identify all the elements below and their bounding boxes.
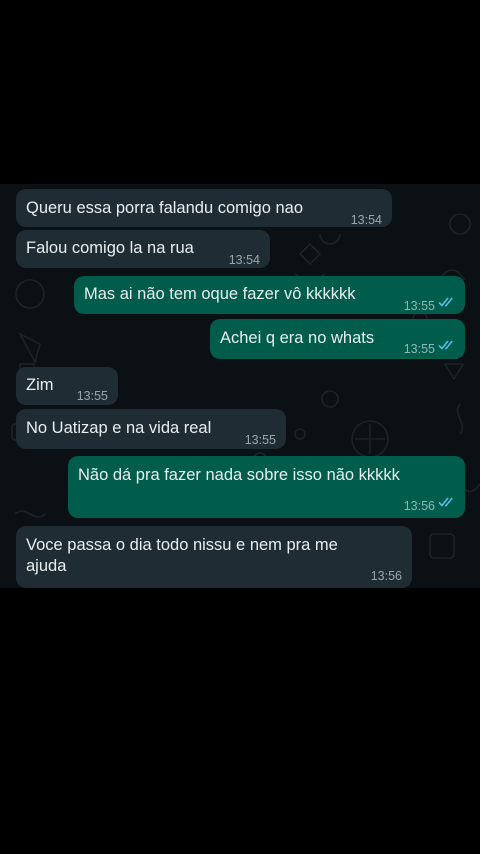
message-text: Não dá pra fazer nada sobre isso não kkk… <box>78 466 400 484</box>
message-time: 13:55 <box>244 433 276 447</box>
message-time: 13:54 <box>350 213 382 227</box>
message-text: Achei q era no whats <box>220 329 375 347</box>
message-bubble-incoming[interactable]: No Uatizap e na vida real 13:55 <box>16 409 286 449</box>
message-time: 13:55 <box>76 389 108 403</box>
message-bubble-incoming[interactable]: Falou comigo la na rua 13:54 <box>16 230 270 268</box>
read-receipt-icon <box>438 340 453 350</box>
message-text: Queru essa porra falandu comigo nao <box>26 199 304 217</box>
message-text: No Uatizap e na vida real <box>26 419 212 437</box>
message-bubble-outgoing[interactable]: Não dá pra fazer nada sobre isso não kkk… <box>68 456 465 518</box>
message-time: 13:55 <box>403 299 435 313</box>
message-text: Voce passa o dia todo nissu e nem pra me… <box>26 536 338 575</box>
message-bubble-incoming[interactable]: Zim 13:55 <box>16 367 118 405</box>
message-text: Zim <box>26 376 54 394</box>
chat-area[interactable]: Queru essa porra falandu comigo nao 13:5… <box>0 184 480 588</box>
message-bubble-outgoing[interactable]: Achei q era no whats 13:55 <box>210 319 465 359</box>
message-text: Mas ai não tem oque fazer vô kkkkkk <box>84 285 356 303</box>
read-receipt-icon <box>438 297 453 307</box>
message-bubble-incoming[interactable]: Voce passa o dia todo nissu e nem pra me… <box>16 526 412 588</box>
message-time: 13:55 <box>403 342 435 356</box>
message-bubble-outgoing[interactable]: Mas ai não tem oque fazer vô kkkkkk 13:5… <box>74 276 465 314</box>
message-time: 13:54 <box>228 253 260 267</box>
message-time: 13:56 <box>370 569 402 583</box>
message-time: 13:56 <box>403 499 435 513</box>
message-text: Falou comigo la na rua <box>26 239 194 257</box>
read-receipt-icon <box>438 497 453 507</box>
message-bubble-incoming[interactable]: Queru essa porra falandu comigo nao 13:5… <box>16 189 392 227</box>
